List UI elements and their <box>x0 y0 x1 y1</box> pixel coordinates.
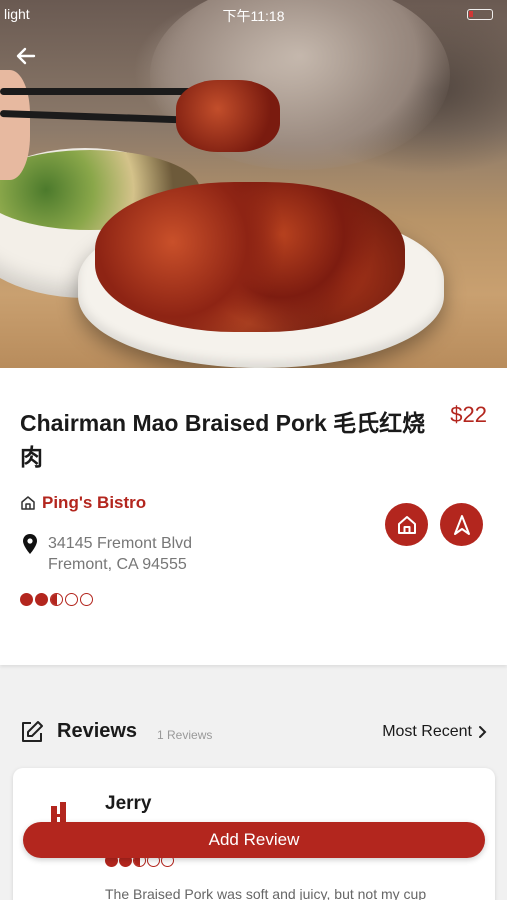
edit-icon <box>22 721 43 742</box>
back-button[interactable] <box>10 40 42 72</box>
reviewer-name: Jerry <box>105 793 152 814</box>
navigation-arrow-icon <box>453 514 470 535</box>
reviews-header: Reviews 1 Reviews Most Recent <box>20 718 487 748</box>
sort-button[interactable]: Most Recent <box>382 723 487 741</box>
reviews-title: Reviews <box>57 720 138 742</box>
review-text: The Braised Pork was soft and juicy, but… <box>105 886 427 900</box>
dish-price: $22 <box>450 402 487 427</box>
chevron-right-icon <box>479 726 487 738</box>
navigate-button[interactable] <box>440 503 483 546</box>
status-bar: light 下午11:18 <box>0 4 507 24</box>
location-pin-icon <box>23 534 37 554</box>
dish-photo <box>0 0 507 368</box>
rating-dot <box>35 593 48 606</box>
home-icon <box>397 515 416 534</box>
dish-info-panel: Chairman Mao Braised Pork 毛氏红烧肉 $22 Ping… <box>0 368 507 665</box>
rating-dot <box>65 593 78 606</box>
add-review-button[interactable]: Add Review <box>23 822 485 858</box>
address-line-2: Fremont, CA 94555 <box>48 556 187 573</box>
rating-dot <box>50 593 63 606</box>
home-icon <box>21 496 35 510</box>
rating-dot <box>20 593 33 606</box>
status-time: 下午11:18 <box>222 8 285 24</box>
back-arrow-icon <box>16 47 36 65</box>
address-line-1: 34145 Fremont Blvd <box>48 535 193 552</box>
restaurant-address: 34145 Fremont Blvd Fremont, CA 94555 <box>22 533 192 575</box>
restaurant-name: Ping's Bistro <box>42 493 147 512</box>
dish-rating <box>20 593 93 606</box>
rating-dot <box>80 593 93 606</box>
reviews-count: 1 Reviews <box>157 728 213 742</box>
sort-label: Most Recent <box>382 723 472 740</box>
dish-title: Chairman Mao Braised Pork 毛氏红烧肉 <box>20 410 426 470</box>
battery-icon <box>467 9 493 20</box>
restaurant-button[interactable] <box>385 503 428 546</box>
restaurant-link[interactable]: Ping's Bistro <box>20 493 146 513</box>
